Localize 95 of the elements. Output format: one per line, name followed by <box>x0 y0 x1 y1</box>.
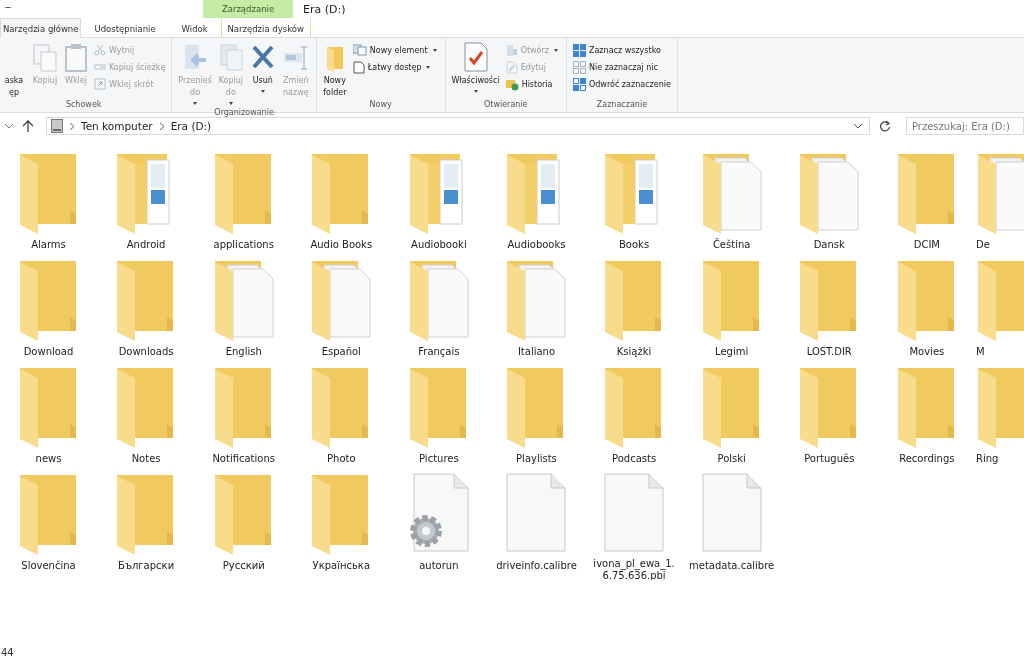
folder-item[interactable]: Podcasts <box>585 366 683 473</box>
up-arrow-icon[interactable] <box>20 119 36 133</box>
folder-item[interactable]: Audiobooki <box>390 152 488 259</box>
item-count: 44 <box>0 646 14 658</box>
ribbon-tab[interactable]: Udostępnianie <box>81 18 169 38</box>
ribbon-button[interactable]: Zaznacz wszystko <box>571 42 673 58</box>
chevron-icon <box>158 121 165 131</box>
folder-item[interactable]: Български <box>97 473 195 580</box>
select-none-icon <box>573 60 586 74</box>
folder-item[interactable]: DCIM <box>878 152 976 259</box>
file-item[interactable]: driveinfo.calibre <box>487 473 585 580</box>
folder-item[interactable]: Audio Books <box>292 152 390 259</box>
folder-with-pages-icon <box>798 152 861 236</box>
ribbon-button[interactable]: Nowy element <box>350 42 441 58</box>
folder-item[interactable]: Français <box>390 259 488 366</box>
folder-item[interactable]: applications <box>195 152 293 259</box>
folder-with-pages-icon <box>407 259 470 343</box>
scissors-icon <box>94 44 106 56</box>
folder-item[interactable]: Русский <box>195 473 293 580</box>
folder-item[interactable]: Książki <box>585 259 683 366</box>
ribbon-group-label: Schowek <box>64 100 103 111</box>
folder-item[interactable]: Notifications <box>195 366 293 473</box>
clipboard-icon <box>64 43 88 73</box>
folder-icon <box>975 366 1024 450</box>
folder-item[interactable]: Android <box>97 152 195 259</box>
folder-with-pages-icon <box>700 152 763 236</box>
invert-selection-icon <box>573 77 586 91</box>
ribbon-group-label: Organizowanie <box>213 108 275 119</box>
edit-icon <box>505 60 518 74</box>
folder-item[interactable]: English <box>195 259 293 366</box>
file-item[interactable]: metadata.calibre <box>683 473 781 580</box>
ribbon-button[interactable]: Właściwości <box>449 41 502 96</box>
folder-item[interactable]: Audiobooks <box>487 152 585 259</box>
open-icon <box>505 43 518 57</box>
ribbon-tab[interactable]: Narzędzia główne <box>0 18 82 38</box>
folder-with-pages-icon <box>975 152 1024 236</box>
folder-item[interactable]: LOST.DIR <box>780 259 878 366</box>
folder-item[interactable]: Playlists <box>487 366 585 473</box>
breadcrumb[interactable]: Era (D:) <box>170 120 212 132</box>
ribbon-button[interactable]: Nowy folder <box>320 41 349 99</box>
folder-icon <box>975 259 1024 343</box>
folder-item[interactable]: Čeština <box>683 152 781 259</box>
ribbon-button[interactable]: aska ęp <box>0 41 28 99</box>
window-title: Era (D:) <box>303 2 346 16</box>
folder-item[interactable]: M <box>975 259 1024 366</box>
folder-item[interactable]: Ring <box>975 366 1024 473</box>
new-item-icon <box>352 44 367 56</box>
ribbon-button[interactable]: Historia <box>503 76 562 92</box>
folder-item[interactable]: Українська <box>292 473 390 580</box>
ribbon-button[interactable]: Łatwy dostęp <box>350 59 441 75</box>
folder-item[interactable]: Movies <box>878 259 976 366</box>
folder-item[interactable]: news <box>0 366 97 473</box>
pages-icon <box>217 43 244 73</box>
page-icon <box>352 60 365 74</box>
pages-icon <box>32 43 58 73</box>
folder-item[interactable]: De <box>975 152 1024 259</box>
folder-item[interactable]: Photo <box>292 366 390 473</box>
ribbon-button[interactable]: Nie zaznaczaj nic <box>571 59 673 75</box>
folder-item[interactable]: Português <box>780 366 878 473</box>
address-bar[interactable]: Ten komputer Era (D:) <box>46 117 870 135</box>
recent-locations-icon[interactable] <box>2 122 16 130</box>
folder-item[interactable]: Books <box>585 152 683 259</box>
folder-item[interactable]: Alarms <box>0 152 97 259</box>
folder-item[interactable]: Legimi <box>683 259 781 366</box>
ribbon-button[interactable]: Usuń <box>247 41 278 96</box>
drive-icon <box>51 119 63 133</box>
chevron-icon <box>69 121 75 131</box>
folder-item[interactable]: Slovenčina <box>0 473 97 580</box>
ribbon-button[interactable]: Odwróć zaznaczenie <box>571 76 673 92</box>
ribbon-group-label: Otwieranie <box>483 100 529 111</box>
folder-item[interactable]: Dansk <box>780 152 878 259</box>
shortcut-icon <box>94 78 106 90</box>
path-icon <box>94 61 106 73</box>
select-all-icon <box>573 43 586 57</box>
folder-item[interactable]: Pictures <box>390 366 488 473</box>
folder-item[interactable]: Notes <box>97 366 195 473</box>
search-field[interactable]: Przeszukaj: Era (D:) <box>906 117 1024 135</box>
folder-item[interactable]: Download <box>0 259 97 366</box>
folder-item[interactable]: Recordings <box>878 366 976 473</box>
folder-item[interactable]: Español <box>292 259 390 366</box>
folder-with-pages-icon <box>505 259 568 343</box>
history-icon <box>505 77 519 91</box>
ribbon-tab[interactable]: Widok <box>168 18 221 38</box>
file-item[interactable]: autorun <box>390 473 488 580</box>
breadcrumb[interactable]: Ten komputer <box>81 120 153 132</box>
ribbon-group-label: Nowy <box>368 100 393 111</box>
folder-item[interactable]: Polski <box>683 366 781 473</box>
folder-item[interactable]: Downloads <box>97 259 195 366</box>
rename-icon <box>281 43 310 73</box>
properties-icon <box>461 41 490 73</box>
folder-with-pages-icon <box>310 259 373 343</box>
folder-with-pages-icon <box>212 259 275 343</box>
context-tab-group-header: Zarządzanie <box>203 0 293 18</box>
ribbon-group-label: Zaznaczanie <box>595 100 649 111</box>
folder-item[interactable]: Italiano <box>487 259 585 366</box>
